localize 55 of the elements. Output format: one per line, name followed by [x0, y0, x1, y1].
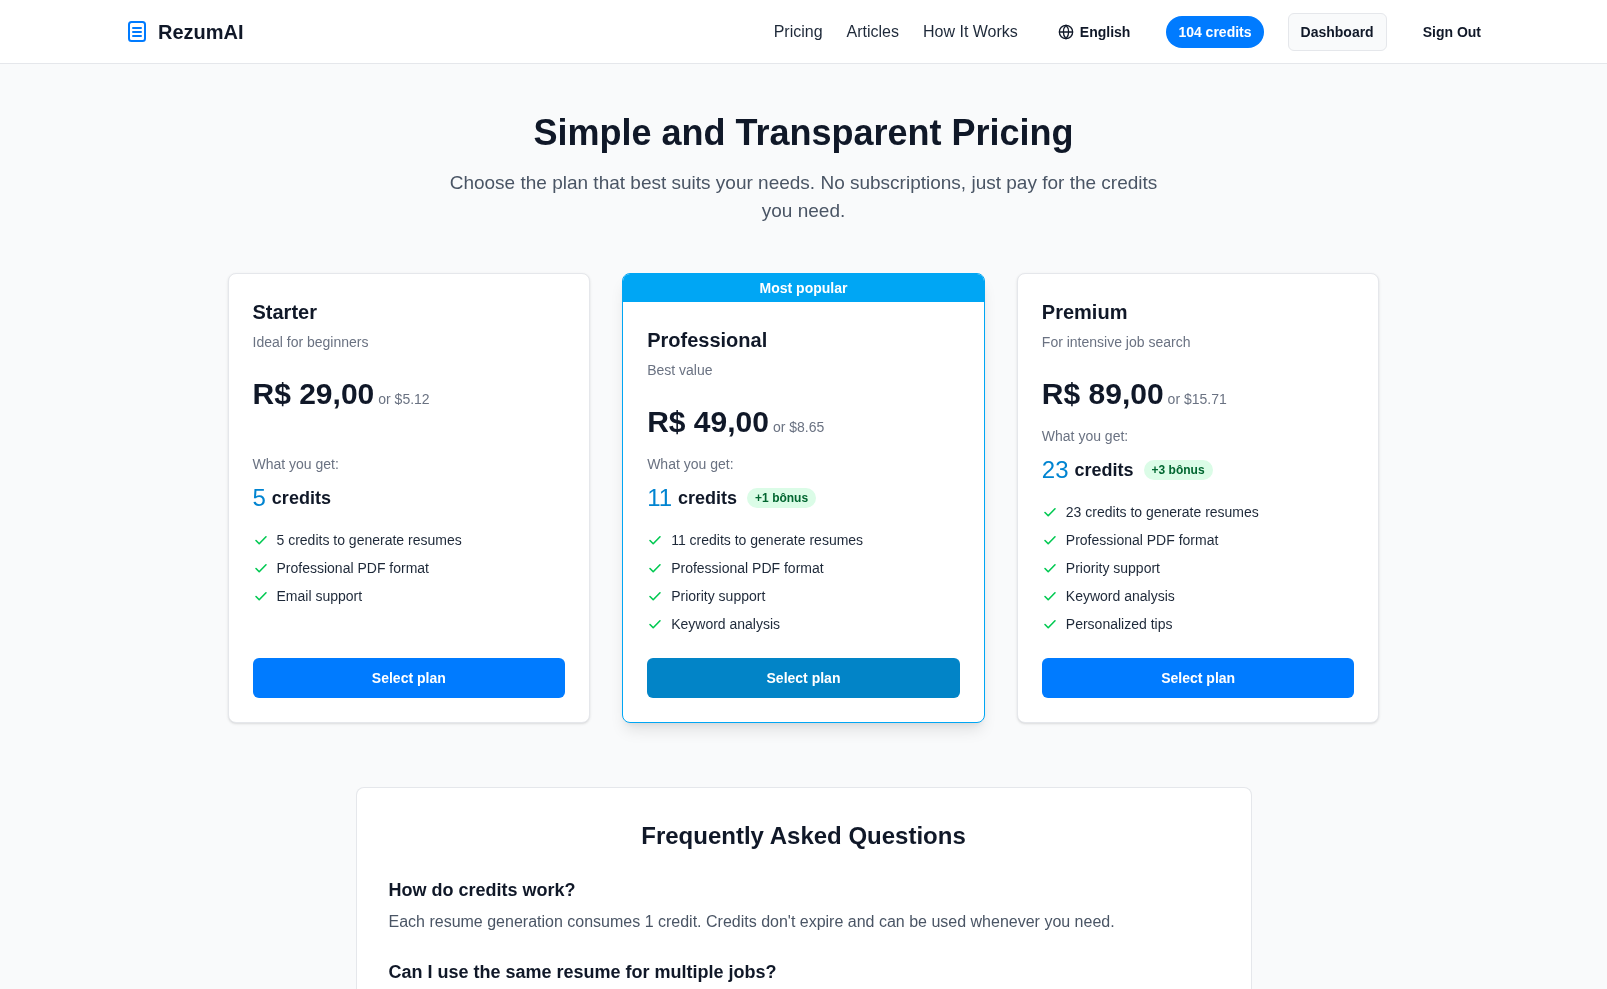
page-title: Simple and Transparent Pricing	[533, 113, 1074, 153]
most-popular-banner: Most popular	[623, 274, 984, 302]
feature-text: Keyword analysis	[1065, 587, 1175, 606]
plan-tagline: Best value	[647, 361, 714, 380]
plan-name: Starter	[252, 300, 318, 325]
feature-text: Professional PDF format	[1065, 531, 1219, 550]
document-icon	[128, 21, 146, 42]
alt-price: or $15.71	[1167, 390, 1227, 409]
alt-price: or $5.12	[378, 390, 430, 409]
credits-label: credits	[1074, 459, 1134, 482]
includes-label: What you get:	[252, 455, 340, 474]
credits-badge: 104 credits	[1166, 15, 1264, 48]
credits-count: 5	[252, 483, 266, 513]
faq-title: Frequently Asked Questions	[640, 821, 967, 851]
feature-text: 5 credits to generate resumes	[276, 531, 462, 550]
nav-link[interactable]: Pricing	[773, 19, 823, 44]
feature-text: Professional PDF format	[671, 559, 824, 578]
credits-count: 23	[1041, 455, 1069, 485]
credits-label: credits	[271, 487, 331, 510]
nav-link[interactable]: How It Works	[923, 19, 1018, 44]
sign-out-button[interactable]: Sign Out	[1406, 13, 1497, 50]
credits-label: credits	[678, 487, 738, 510]
select-plan-button[interactable]: Select plan	[1041, 658, 1355, 698]
bonus-badge: +1 bônus	[747, 488, 817, 508]
faq-question: Can I use the same resume for multiple jobs?	[388, 961, 778, 984]
plan-name: Professional	[647, 328, 769, 353]
feature-text: Keyword analysis	[671, 615, 781, 634]
select-plan-button[interactable]: Select plan	[252, 658, 566, 698]
feature-text: Email support	[276, 587, 363, 606]
feature-text: Priority support	[1065, 559, 1160, 578]
faq-answer: Each resume generation consumes 1 credit. Credits don't expire and can be used whenever you need.	[388, 912, 1116, 932]
select-plan-button[interactable]: Select plan	[647, 658, 960, 698]
includes-label: What you get:	[1041, 427, 1130, 446]
feature-text: 23 credits to generate resumes	[1065, 503, 1259, 522]
plan-name: Premium	[1041, 300, 1129, 325]
globe-icon	[1057, 23, 1074, 40]
page-subtitle: Choose the plan that best suits your needs. No subscriptions, just pay for the credits you need.	[448, 171, 1159, 223]
brand-name[interactable]: RezumAI	[158, 17, 244, 46]
includes-label: What you get:	[647, 455, 735, 474]
nav-link[interactable]: Articles	[846, 19, 899, 44]
plan-price: R$ 49,00	[647, 404, 769, 440]
dashboard-button[interactable]: Dashboard	[1287, 12, 1387, 51]
feature-text: Professional PDF format	[276, 559, 429, 578]
alt-price: or $8.65	[772, 418, 825, 437]
feature-text: Personalized tips	[1065, 615, 1173, 634]
plan-tagline: For intensive job search	[1041, 333, 1192, 352]
bonus-badge: +3 bônus	[1143, 460, 1213, 480]
plan-tagline: Ideal for beginners	[252, 333, 370, 352]
plan-price: R$ 29,00	[252, 376, 375, 412]
credits-count: 11	[647, 483, 673, 513]
feature-text: Priority support	[671, 587, 766, 606]
plan-price: R$ 89,00	[1041, 376, 1164, 412]
faq-question: How do credits work?	[388, 879, 577, 902]
language-button[interactable]: English	[1057, 21, 1131, 42]
feature-text: 11 credits to generate resumes	[671, 531, 864, 550]
